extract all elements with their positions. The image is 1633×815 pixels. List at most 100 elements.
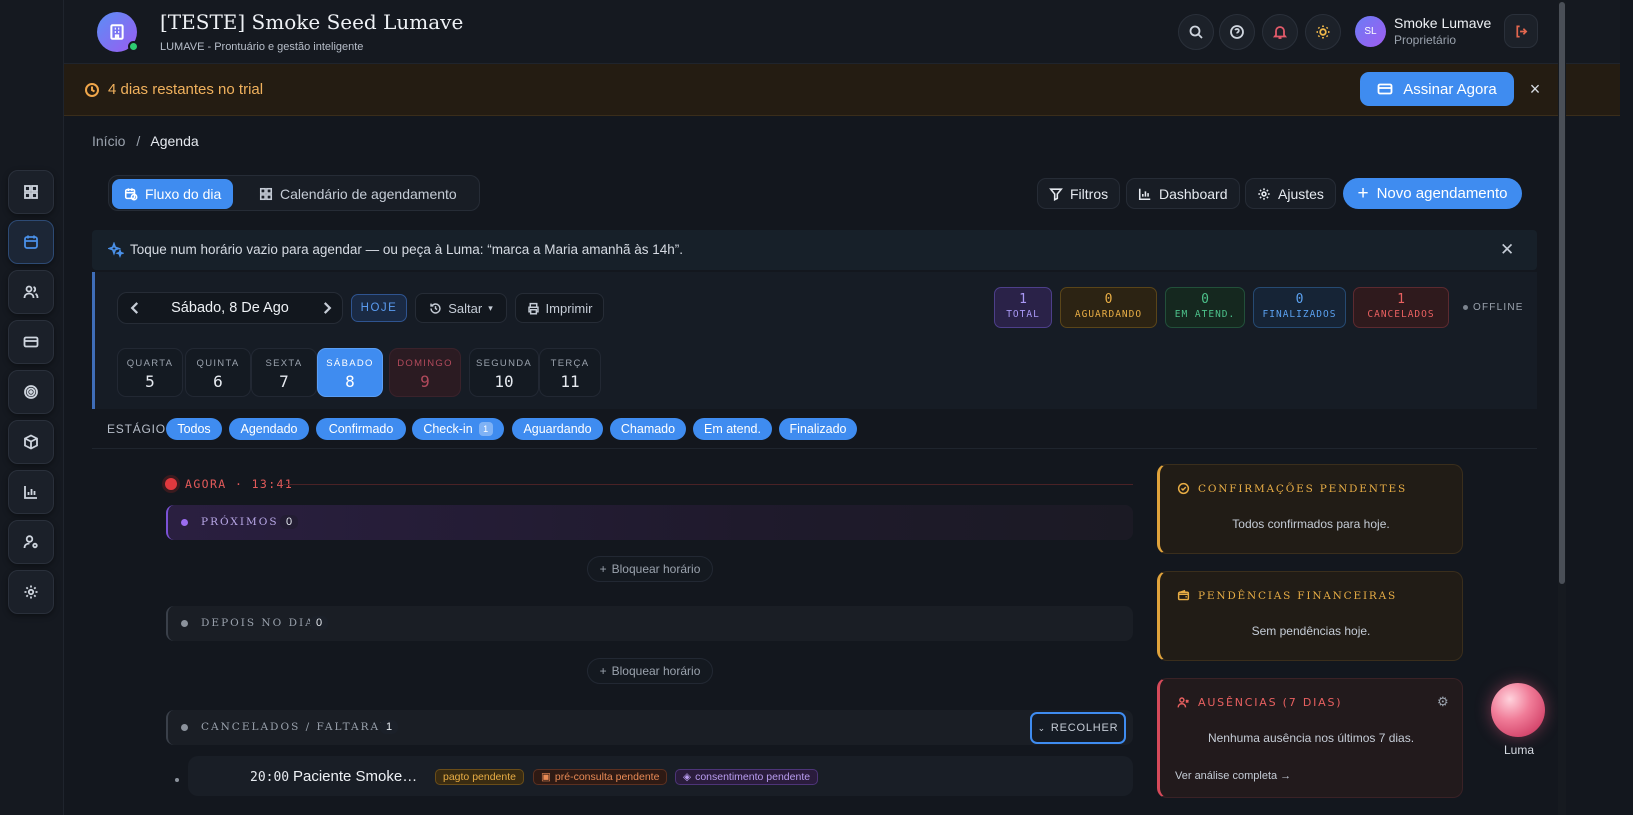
app-title: [TESTE] Smoke Seed Lumave	[160, 10, 464, 34]
appointment-row[interactable]: 20:00 Paciente Smoke Seed pagto pendente…	[188, 756, 1133, 796]
user-name[interactable]: Smoke Lumave	[1394, 15, 1491, 31]
preconsult-pending-badge: ▣ pré-consulta pendente	[533, 769, 668, 785]
notifications-button[interactable]	[1262, 14, 1298, 50]
sidebar-item-finance[interactable]	[8, 320, 54, 364]
avatar[interactable]: SL	[1355, 16, 1386, 47]
filters-button[interactable]: Filtros	[1037, 178, 1121, 209]
sidebar-item-team[interactable]	[8, 520, 54, 564]
section-dot	[181, 620, 188, 627]
sidebar-item-agenda[interactable]	[8, 220, 54, 264]
app-root: [TESTE] Smoke Seed Lumave LUMAVE - Pront…	[0, 0, 1633, 815]
chevron-right-icon[interactable]	[318, 299, 336, 317]
scrollbar[interactable]	[1558, 0, 1566, 815]
section-cancelled[interactable]: CANCELADOS / FALTARAM 1	[166, 710, 1133, 745]
sidebar-item-settings[interactable]	[8, 570, 54, 614]
sidebar-item-patients[interactable]	[8, 270, 54, 314]
filter-icon	[1049, 187, 1063, 201]
stage-label: ESTÁGIO	[107, 422, 166, 436]
day-tue[interactable]: TERÇA 11	[539, 348, 601, 397]
card-title-text: CONFIRMAÇÕES PENDENTES	[1198, 482, 1407, 495]
today-button[interactable]: HOJE	[351, 294, 407, 322]
block-time-button[interactable]: + Bloquear horário	[587, 556, 713, 582]
stage-pill-in-service[interactable]: Em atend.	[693, 418, 772, 440]
luma-assistant-button[interactable]	[1491, 683, 1545, 737]
day-fri[interactable]: SEXTA 7	[251, 348, 317, 397]
tab-day-flow[interactable]: Fluxo do dia	[112, 179, 234, 209]
logout-button[interactable]	[1504, 14, 1538, 48]
stage-pill-finished[interactable]: Finalizado	[779, 418, 857, 440]
theme-toggle[interactable]	[1305, 14, 1341, 50]
stage-pill-confirmed[interactable]: Confirmado	[316, 418, 406, 440]
section-dot	[181, 724, 188, 731]
section-later-today[interactable]: DEPOIS NO DIA 0	[166, 606, 1133, 641]
stage-pill-called[interactable]: Chamado	[610, 418, 686, 440]
plus-icon: +	[599, 664, 607, 678]
help-button[interactable]	[1219, 14, 1255, 50]
settings-button[interactable]: Ajustes	[1245, 178, 1336, 209]
day-number: 6	[213, 372, 223, 391]
stage-pill-scheduled[interactable]: Agendado	[229, 418, 309, 440]
gear-icon	[1258, 187, 1270, 200]
chevron-down-icon: ▾	[488, 302, 493, 313]
print-button[interactable]: Imprimir	[515, 293, 604, 323]
stage-pill-checkin[interactable]: Check-in 1	[412, 418, 504, 440]
pill-label: Check-in	[423, 422, 473, 436]
day-wed[interactable]: QUARTA 5	[117, 348, 183, 397]
now-indicator: AGORA · 13:41	[185, 477, 294, 491]
clinic-logo[interactable]	[97, 12, 139, 52]
jump-button[interactable]: Saltar ▾	[415, 293, 507, 323]
sidebar-item-inventory[interactable]	[8, 420, 54, 464]
user-role: Proprietário	[1394, 33, 1457, 47]
stat-label: EM ATEND.	[1174, 309, 1236, 320]
hint-banner: Toque num horário vazio para agendar — o…	[92, 230, 1537, 270]
collapse-button[interactable]: ⌄ RECOLHER	[1030, 712, 1126, 744]
dashboard-button[interactable]: Dashboard	[1126, 178, 1240, 209]
target-icon	[24, 385, 38, 399]
search-icon	[1189, 25, 1203, 39]
stat-in-service[interactable]: 0 EM ATEND.	[1165, 287, 1245, 328]
stage-pill-waiting[interactable]: Aguardando	[512, 418, 603, 440]
gear-icon[interactable]: ⚙	[1437, 694, 1449, 710]
stat-finished[interactable]: 0 FINALIZADOS	[1253, 287, 1346, 328]
scrollbar-thumb[interactable]	[1559, 2, 1565, 584]
close-icon[interactable]: ✕	[1500, 240, 1514, 260]
stat-cancelled[interactable]: 1 CANCELADOS	[1353, 287, 1449, 328]
tab-calendar[interactable]: Calendário de agendamento	[247, 179, 469, 209]
search-button[interactable]	[1178, 14, 1214, 50]
hint-text: Toque num horário vazio para agendar — o…	[130, 242, 684, 257]
card-body: Todos confirmados para hoje.	[1232, 517, 1390, 531]
day-name: QUINTA	[196, 358, 240, 369]
stat-total[interactable]: 1 TOTAL	[994, 287, 1052, 328]
day-sun[interactable]: DOMINGO 9	[389, 348, 461, 397]
full-analysis-link[interactable]: Ver análise completa →	[1175, 770, 1291, 782]
sidebar-item-goals[interactable]	[8, 370, 54, 414]
grid-icon	[259, 187, 273, 201]
day-sat[interactable]: SÁBADO 8	[317, 348, 383, 397]
user-settings-icon	[23, 535, 38, 549]
day-thu[interactable]: QUINTA 6	[185, 348, 251, 397]
patient-name[interactable]: Paciente Smoke Seed	[293, 768, 418, 785]
section-label: DEPOIS NO DIA	[201, 617, 315, 629]
day-name: SEGUNDA	[475, 358, 533, 369]
stat-waiting[interactable]: 0 AGUARDANDO	[1060, 287, 1157, 328]
card-title-text: PENDÊNCIAS FINANCEIRAS	[1198, 589, 1398, 602]
pill-label: Em atend.	[704, 422, 761, 436]
consent-pending-badge: ◈ consentimento pendente	[675, 769, 819, 785]
users-icon	[23, 285, 39, 299]
wallet-icon	[1177, 589, 1190, 601]
bar-chart-icon	[1138, 188, 1151, 200]
trial-banner: 4 dias restantes no trial Assinar Agora …	[64, 64, 1620, 116]
breadcrumb-home[interactable]: Início	[92, 133, 125, 149]
close-icon[interactable]: ×	[1526, 80, 1544, 98]
day-mon[interactable]: SEGUNDA 10	[469, 348, 539, 397]
stage-pill-all[interactable]: Todos	[166, 418, 222, 440]
luma-label: Luma	[1504, 743, 1535, 757]
subscribe-button[interactable]: Assinar Agora	[1360, 72, 1514, 106]
block-time-button[interactable]: + Bloquear horário	[587, 658, 713, 684]
sidebar-item-dashboard[interactable]	[8, 170, 54, 214]
section-count: 1	[380, 720, 399, 734]
section-upcoming[interactable]: PRÓXIMOS 0	[166, 505, 1133, 540]
sidebar-item-reports[interactable]	[8, 470, 54, 514]
new-appointment-button[interactable]: + Novo agendamento	[1343, 178, 1522, 209]
online-indicator	[128, 41, 139, 52]
